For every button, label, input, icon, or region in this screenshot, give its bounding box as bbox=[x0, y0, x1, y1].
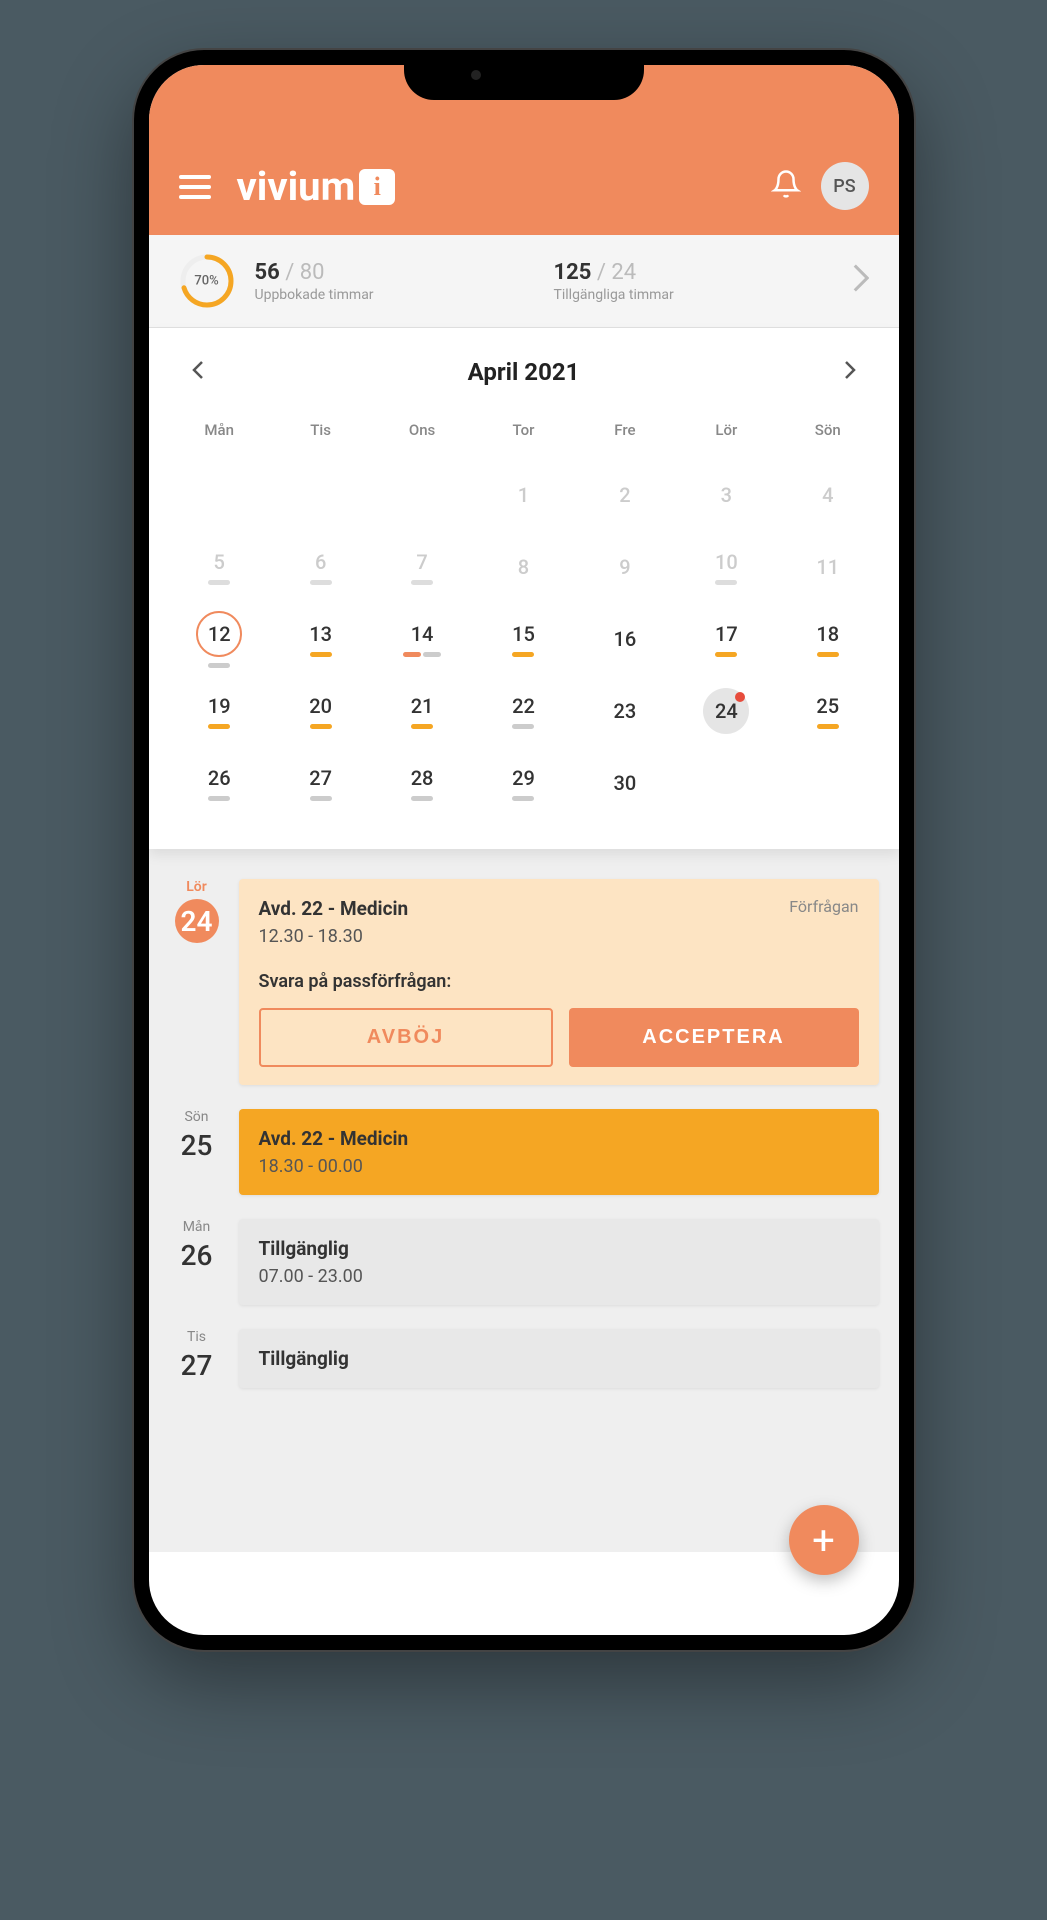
event-time: 12.30 - 18.30 bbox=[259, 926, 859, 947]
cal-day[interactable]: 2 bbox=[574, 459, 675, 531]
event-card[interactable]: Avd. 22 - Medicin 18.30 - 00.00 bbox=[239, 1109, 879, 1195]
cal-day[interactable]: 28 bbox=[371, 747, 472, 819]
cal-day[interactable]: 19 bbox=[169, 675, 270, 747]
calendar-title: April 2021 bbox=[468, 358, 580, 386]
cal-day[interactable]: 1 bbox=[473, 459, 574, 531]
cal-day[interactable]: 21 bbox=[371, 675, 472, 747]
event-row: Sön25 Avd. 22 - Medicin 18.30 - 00.00 bbox=[169, 1109, 879, 1195]
event-title: Avd. 22 - Medicin bbox=[259, 897, 409, 920]
cal-day bbox=[371, 459, 472, 531]
cal-day[interactable]: 8 bbox=[473, 531, 574, 603]
cal-day[interactable]: 13 bbox=[270, 603, 371, 675]
event-title: Avd. 22 - Medicin bbox=[259, 1127, 409, 1150]
cal-day bbox=[270, 459, 371, 531]
stats-bar[interactable]: 70% 56 / 80 Uppbokade timmar 125 / 24 Ti… bbox=[149, 235, 899, 328]
request-prompt: Svara på passförfrågan: bbox=[259, 971, 859, 992]
cal-day[interactable]: 14 bbox=[371, 603, 472, 675]
notification-dot-icon bbox=[735, 692, 745, 702]
event-row: Lör24 Avd. 22 - Medicin Förfrågan 12.30 - 1… bbox=[169, 879, 879, 1085]
logo-text: vivium bbox=[237, 163, 356, 210]
cal-day[interactable]: 9 bbox=[574, 531, 675, 603]
event-card[interactable]: Tillgänglig bbox=[239, 1329, 879, 1388]
decline-button[interactable]: AVBÖJ bbox=[259, 1008, 553, 1067]
cal-day[interactable]: 12 bbox=[169, 603, 270, 675]
event-row: Tis27 Tillgänglig bbox=[169, 1329, 879, 1388]
cal-dow: Fre bbox=[574, 411, 675, 459]
cal-next-button[interactable] bbox=[841, 361, 859, 383]
cal-day bbox=[169, 459, 270, 531]
cal-dow: Tis bbox=[270, 411, 371, 459]
cal-day[interactable]: 7 bbox=[371, 531, 472, 603]
app-logo: vivium i bbox=[237, 163, 396, 210]
event-time: 18.30 - 00.00 bbox=[259, 1156, 859, 1177]
cal-day[interactable]: 26 bbox=[169, 747, 270, 819]
cal-prev-button[interactable] bbox=[189, 361, 207, 383]
cal-day[interactable]: 10 bbox=[676, 531, 777, 603]
cal-day[interactable]: 5 bbox=[169, 531, 270, 603]
event-date: Lör24 bbox=[169, 879, 225, 1085]
event-time: 07.00 - 23.00 bbox=[259, 1266, 859, 1287]
cal-day[interactable]: 18 bbox=[777, 603, 878, 675]
chevron-right-icon[interactable] bbox=[853, 264, 869, 299]
avatar[interactable]: PS bbox=[821, 162, 869, 210]
cal-day[interactable]: 29 bbox=[473, 747, 574, 819]
events-list: Lör24 Avd. 22 - Medicin Förfrågan 12.30 - 1… bbox=[149, 849, 899, 1552]
event-card[interactable]: Tillgänglig 07.00 - 23.00 bbox=[239, 1219, 879, 1305]
cal-day[interactable]: 6 bbox=[270, 531, 371, 603]
event-date: Tis27 bbox=[169, 1329, 225, 1388]
event-tag: Förfrågan bbox=[789, 897, 858, 916]
cal-day[interactable]: 20 bbox=[270, 675, 371, 747]
menu-icon[interactable] bbox=[179, 175, 211, 199]
cal-dow: Sön bbox=[777, 411, 878, 459]
logo-badge: i bbox=[359, 169, 395, 205]
fab-add-button[interactable]: + bbox=[789, 1505, 859, 1575]
cal-day[interactable]: 23 bbox=[574, 675, 675, 747]
cal-day[interactable]: 4 bbox=[777, 459, 878, 531]
event-card[interactable]: Avd. 22 - Medicin Förfrågan 12.30 - 18.30 S… bbox=[239, 879, 879, 1085]
cal-day[interactable]: 3 bbox=[676, 459, 777, 531]
cal-day[interactable]: 27 bbox=[270, 747, 371, 819]
progress-ring: 70% bbox=[179, 253, 235, 309]
cal-dow: Ons bbox=[371, 411, 472, 459]
bell-icon[interactable] bbox=[771, 169, 801, 203]
cal-dow: Lör bbox=[676, 411, 777, 459]
cal-dow: Mån bbox=[169, 411, 270, 459]
cal-day[interactable]: 22 bbox=[473, 675, 574, 747]
progress-percent: 70% bbox=[194, 274, 218, 289]
event-date: Sön25 bbox=[169, 1109, 225, 1195]
event-title: Tillgänglig bbox=[259, 1347, 349, 1370]
cal-day[interactable]: 24 bbox=[676, 675, 777, 747]
cal-day[interactable]: 11 bbox=[777, 531, 878, 603]
calendar: April 2021 MånTisOnsTorFreLörSön 1234567… bbox=[149, 328, 899, 849]
stat-available: 125 / 24 Tillgängliga timmar bbox=[554, 260, 833, 303]
cal-day[interactable]: 30 bbox=[574, 747, 675, 819]
cal-day[interactable]: 25 bbox=[777, 675, 878, 747]
cal-day[interactable]: 17 bbox=[676, 603, 777, 675]
phone-frame: vivium i PS 70% 56 / 80 Uppbokade timmar bbox=[134, 50, 914, 1650]
cal-day[interactable]: 16 bbox=[574, 603, 675, 675]
stat-booked: 56 / 80 Uppbokade timmar bbox=[255, 260, 534, 303]
event-date: Mån26 bbox=[169, 1219, 225, 1305]
cal-day[interactable]: 15 bbox=[473, 603, 574, 675]
event-title: Tillgänglig bbox=[259, 1237, 349, 1260]
cal-dow: Tor bbox=[473, 411, 574, 459]
accept-button[interactable]: ACCEPTERA bbox=[569, 1008, 859, 1067]
event-row: Mån26 Tillgänglig 07.00 - 23.00 bbox=[169, 1219, 879, 1305]
screen: vivium i PS 70% 56 / 80 Uppbokade timmar bbox=[149, 65, 899, 1635]
device-notch bbox=[404, 50, 644, 100]
